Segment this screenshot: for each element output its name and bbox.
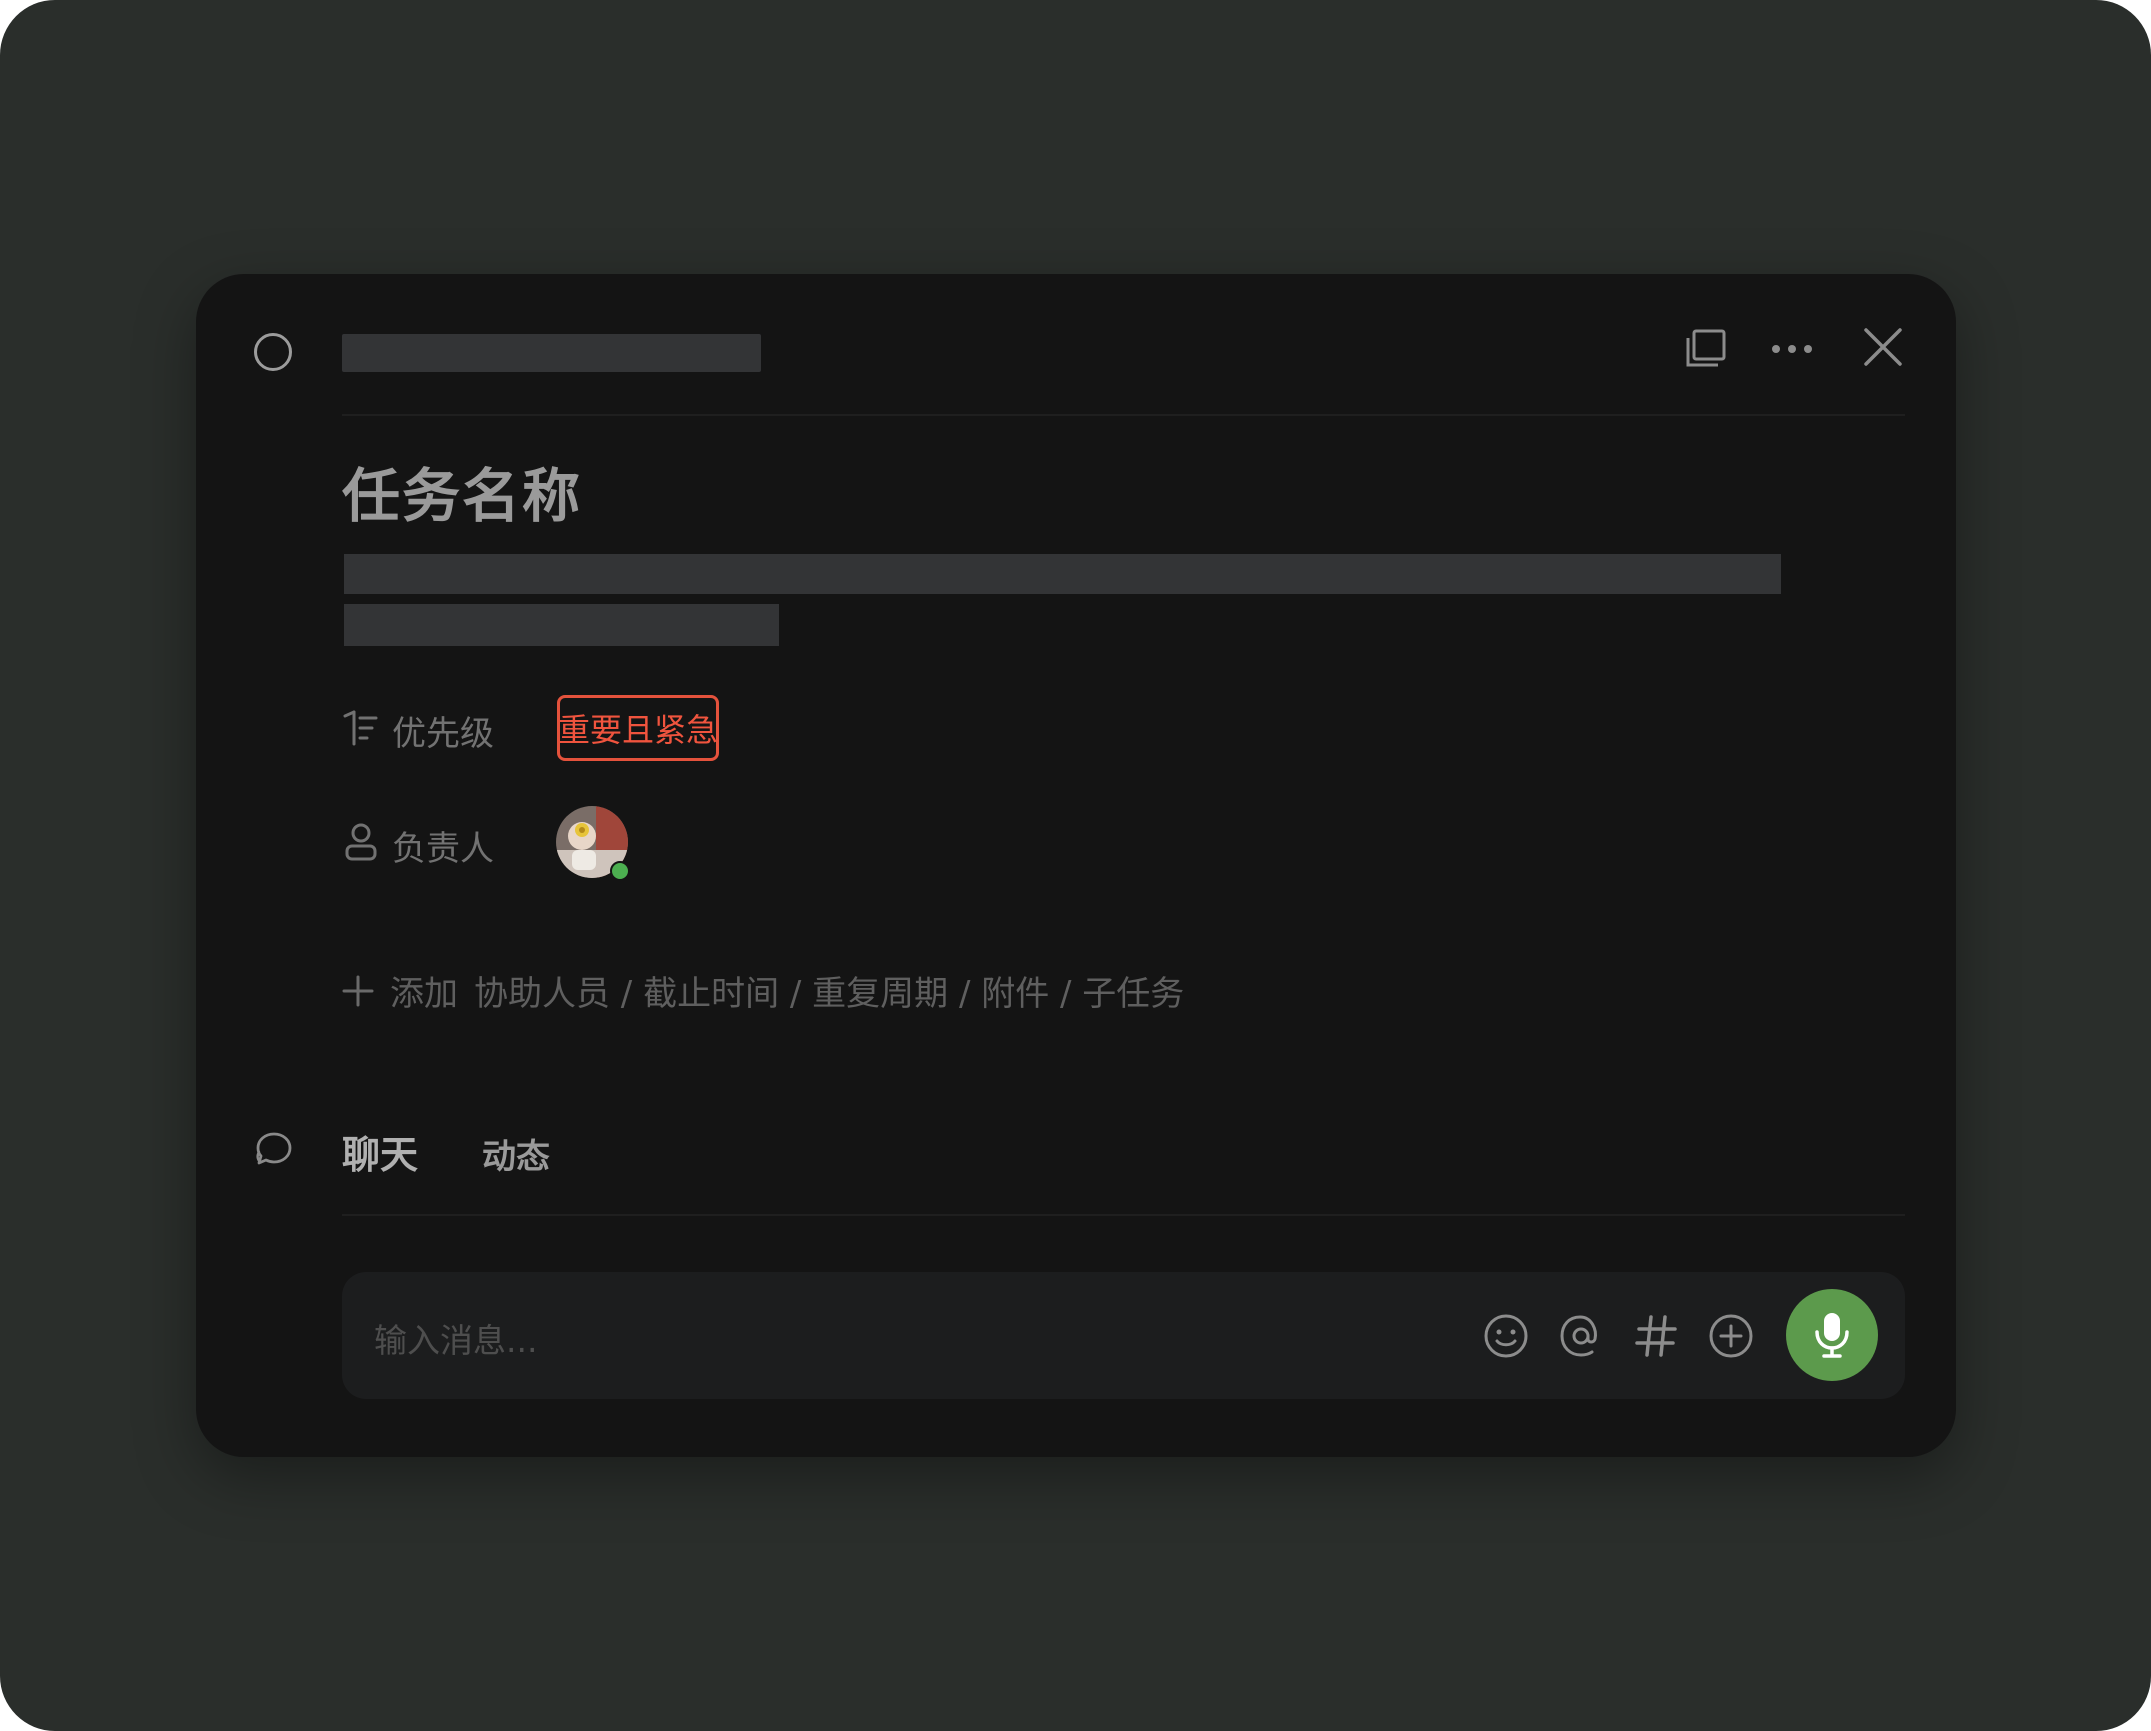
microphone-icon xyxy=(1810,1310,1854,1360)
person-icon xyxy=(344,822,378,862)
task-title[interactable]: 任务名称 xyxy=(342,449,582,533)
hash-icon[interactable] xyxy=(1630,1310,1682,1362)
add-fields-row[interactable]: 添加 协助人员 / 截止时间 / 重复周期 / 附件 / 子任务 xyxy=(342,966,1184,1015)
online-status-dot xyxy=(610,861,630,881)
mic-button[interactable] xyxy=(1786,1289,1878,1381)
tab-chat[interactable]: 聊天 xyxy=(342,1124,418,1179)
chat-icon xyxy=(254,1130,294,1170)
window-icon[interactable] xyxy=(1681,324,1731,374)
priority-icon xyxy=(342,710,378,746)
priority-label: 优先级 xyxy=(392,714,494,754)
tab-activity[interactable]: 动态 xyxy=(482,1129,550,1178)
description-placeholder-line-1 xyxy=(344,554,1781,594)
header-divider xyxy=(342,414,1905,416)
assignee-label: 负责人 xyxy=(392,829,494,869)
at-icon[interactable] xyxy=(1555,1310,1607,1362)
priority-tag[interactable]: 重要且紧急 xyxy=(557,695,719,761)
description-placeholder-line-2 xyxy=(344,604,779,646)
add-options-text: 协助人员 / 截止时间 / 重复周期 / 附件 / 子任务 xyxy=(474,974,1185,1014)
add-circle-icon[interactable] xyxy=(1705,1310,1757,1362)
header-placeholder xyxy=(342,334,761,372)
tabs-divider xyxy=(342,1214,1905,1216)
emoji-icon[interactable] xyxy=(1480,1310,1532,1362)
close-icon[interactable] xyxy=(1858,322,1908,372)
message-composer: 输入消息... xyxy=(342,1272,1905,1399)
message-input[interactable]: 输入消息... xyxy=(374,1314,537,1362)
plus-icon xyxy=(342,975,374,1007)
more-icon[interactable] xyxy=(1767,324,1817,374)
add-label: 添加 xyxy=(390,974,458,1014)
task-detail-panel: 任务名称 优先级 重要且紧急 负责人 添加 协助人员 / 截止时间 / 重复周期… xyxy=(196,274,1956,1457)
circle-status-icon[interactable] xyxy=(254,333,292,371)
screen-background: 任务名称 优先级 重要且紧急 负责人 添加 协助人员 / 截止时间 / 重复周期… xyxy=(0,0,2151,1731)
